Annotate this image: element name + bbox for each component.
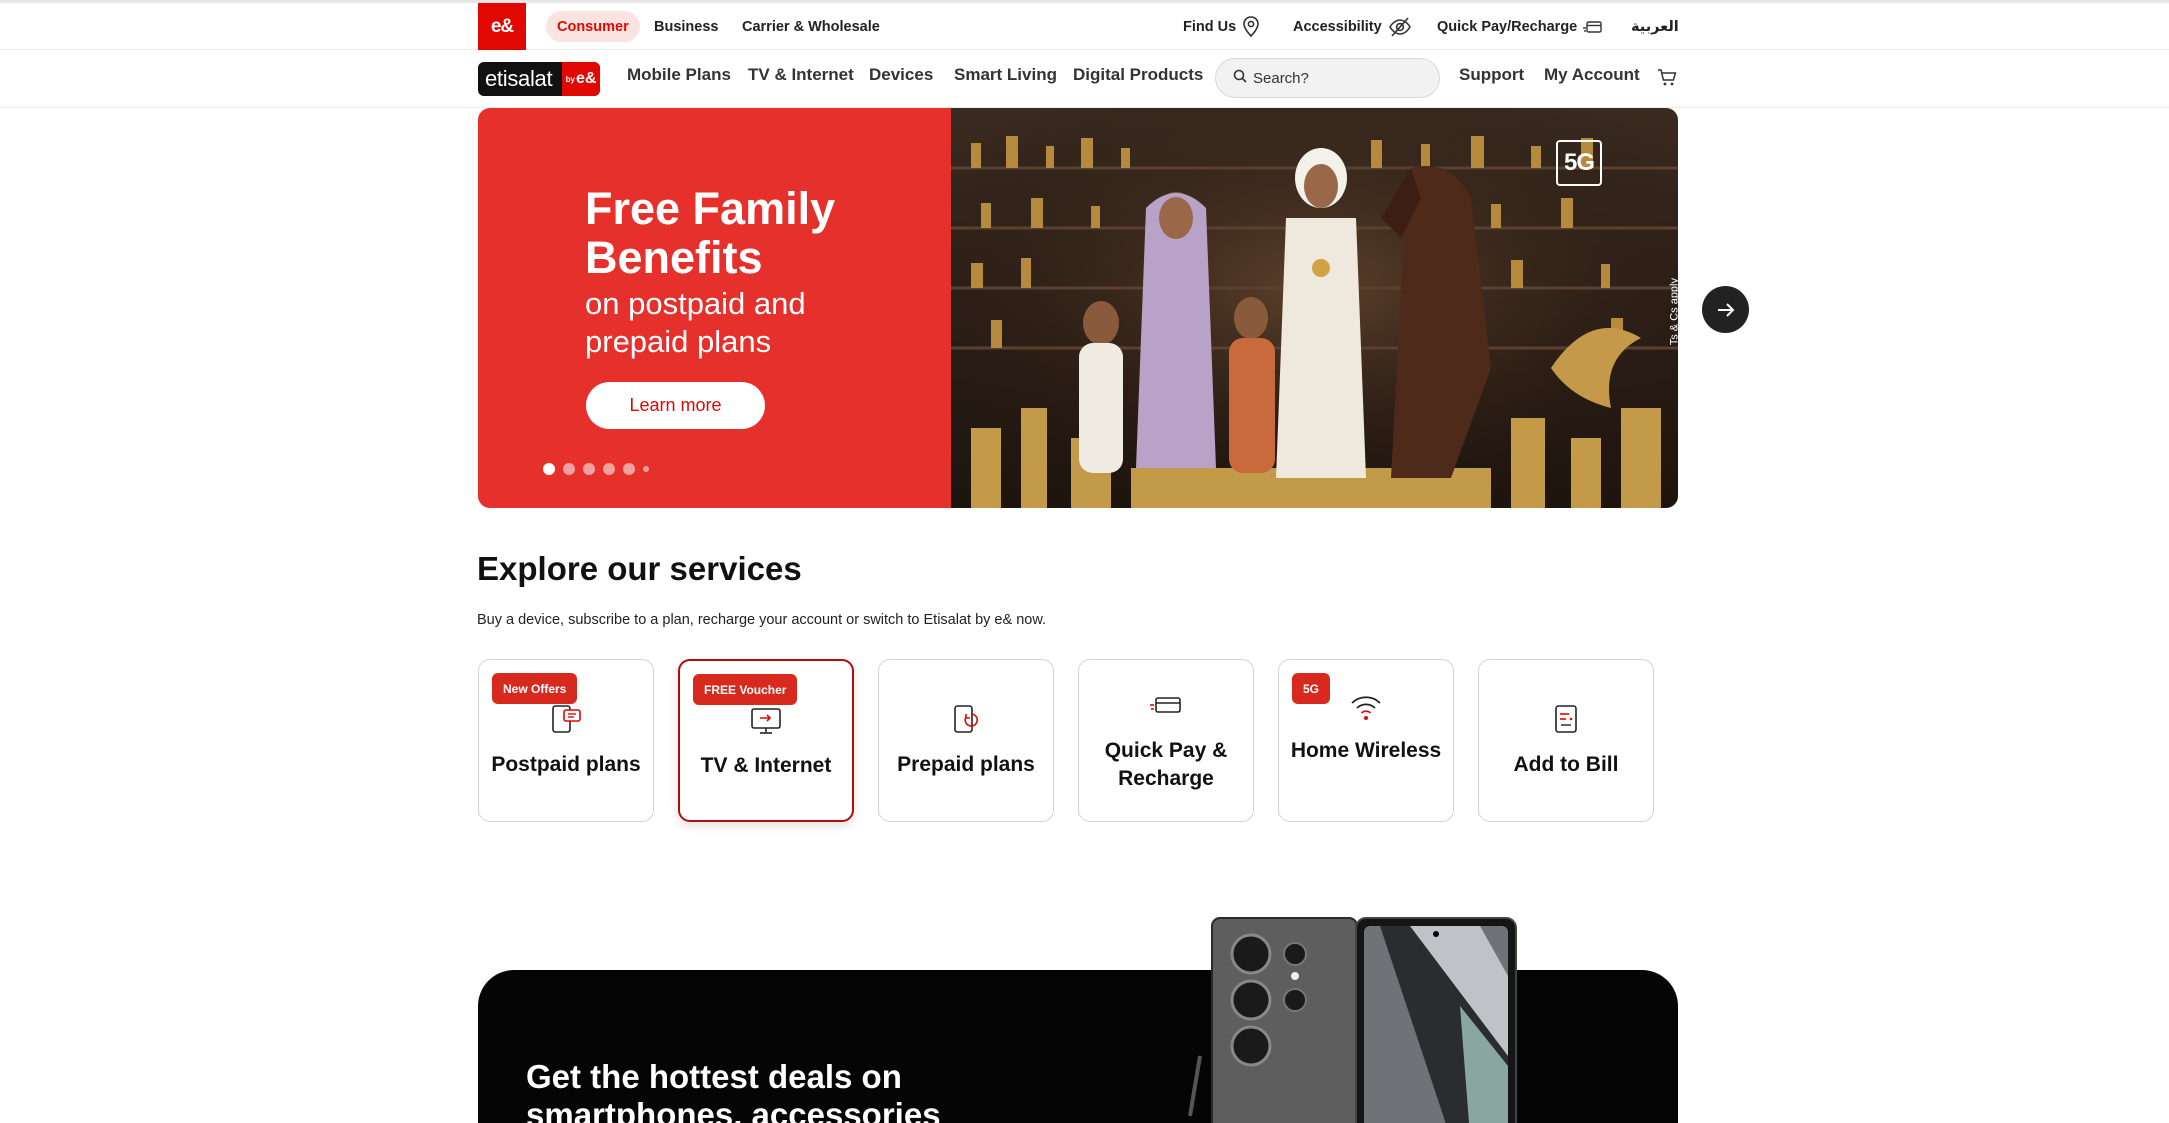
bill-icon — [1479, 702, 1653, 736]
card-icon — [1583, 20, 1603, 34]
nav-mobile-plans[interactable]: Mobile Plans — [627, 65, 731, 85]
search-input[interactable] — [1253, 69, 1423, 87]
nav-support[interactable]: Support — [1459, 65, 1524, 85]
language-switch[interactable]: العربية — [1631, 17, 1679, 37]
terms-note: Ts & Cs apply — [1668, 278, 1678, 346]
nav-my-account[interactable]: My Account — [1544, 65, 1640, 85]
tv-icon — [680, 703, 852, 737]
main-navigation: etisalat by e& Mobile Plans TV & Internet… — [0, 51, 2169, 108]
eye-slash-icon — [1388, 16, 1412, 38]
card-label: Prepaid plans — [897, 753, 1035, 776]
smartphone-image — [1160, 916, 1560, 1123]
nav-smart-living[interactable]: Smart Living — [954, 65, 1057, 85]
accessibility-link[interactable]: Accessibility — [1293, 17, 1412, 37]
card-icon — [1079, 694, 1253, 718]
search-box[interactable] — [1215, 58, 1440, 98]
arrow-right-icon — [1717, 302, 1734, 317]
e-and-logo[interactable]: e& — [478, 3, 526, 50]
quick-pay-link[interactable]: Quick Pay/Recharge — [1437, 17, 1603, 37]
service-card-postpaid[interactable]: New Offers Postpaid plans — [478, 659, 654, 822]
segment-consumer[interactable]: Consumer — [546, 11, 640, 42]
nav-devices[interactable]: Devices — [869, 65, 933, 85]
carousel-dot[interactable] — [623, 463, 635, 475]
promo-title: Get the hottest deals on smartphones, ac… — [526, 1058, 941, 1123]
service-card-quick-pay[interactable]: Quick Pay & Recharge — [1078, 659, 1254, 822]
card-label: TV & Internet — [700, 754, 832, 777]
services-description: Buy a device, subscribe to a plan, recha… — [477, 612, 1047, 628]
card-label: Postpaid plans — [491, 753, 641, 776]
utility-bar: e& Consumer Business Carrier & Wholesale… — [0, 3, 2169, 50]
search-icon — [1233, 69, 1247, 88]
accessibility-label: Accessibility — [1293, 19, 1382, 35]
learn-more-button[interactable]: Learn more — [586, 382, 765, 429]
segment-carrier-wholesale[interactable]: Carrier & Wholesale — [731, 11, 891, 42]
service-card-prepaid[interactable]: Prepaid plans — [878, 659, 1054, 822]
service-card-add-to-bill[interactable]: Add to Bill — [1478, 659, 1654, 822]
5g-badge: 5G — [1556, 140, 1602, 186]
card-label: Quick Pay & Recharge — [1104, 739, 1228, 790]
quick-pay-label: Quick Pay/Recharge — [1437, 19, 1578, 35]
service-card-home-wireless[interactable]: 5G Home Wireless — [1278, 659, 1454, 822]
carousel-dots — [543, 463, 649, 475]
free-voucher-tag: FREE Voucher — [693, 674, 798, 705]
brand-wordmark: etisalat — [485, 66, 553, 91]
carousel-dot[interactable] — [643, 466, 649, 472]
nav-digital-products[interactable]: Digital Products — [1073, 65, 1203, 85]
hero-text-panel: Free Family Benefits on postpaid and pre… — [478, 108, 951, 508]
card-label: Add to Bill — [1513, 753, 1619, 776]
services-title: Explore our services — [477, 550, 802, 587]
etisalat-logo[interactable]: etisalat by e& — [478, 62, 600, 96]
hero-subtitle: on postpaid and prepaid plans — [585, 286, 806, 359]
service-card-tv-internet[interactable]: FREE Voucher TV & Internet — [678, 659, 854, 822]
card-label: Home Wireless — [1290, 739, 1442, 762]
wifi-icon — [1279, 692, 1453, 722]
carousel-dot[interactable] — [543, 463, 555, 475]
nav-tv-internet[interactable]: TV & Internet — [748, 65, 854, 85]
cart-icon[interactable] — [1657, 68, 1677, 92]
carousel-dot[interactable] — [563, 463, 575, 475]
location-pin-icon — [1242, 16, 1260, 38]
phone-chat-icon — [479, 702, 653, 736]
hero-family-photo: 5G Ts & Cs apply — [951, 108, 1678, 508]
segment-business[interactable]: Business — [643, 11, 729, 42]
carousel-dot[interactable] — [583, 463, 595, 475]
find-us-link[interactable]: Find Us — [1183, 16, 1260, 38]
carousel-next-button[interactable] — [1702, 286, 1749, 333]
carousel-dot[interactable] — [603, 463, 615, 475]
new-offers-tag: New Offers — [492, 673, 578, 704]
hero-banner[interactable]: Free Family Benefits on postpaid and pre… — [478, 108, 1678, 508]
brand-e-and-mark: by e& — [562, 62, 600, 96]
hero-title: Free Family Benefits — [585, 183, 836, 283]
phone-refresh-icon — [879, 702, 1053, 736]
find-us-label: Find Us — [1183, 19, 1237, 35]
